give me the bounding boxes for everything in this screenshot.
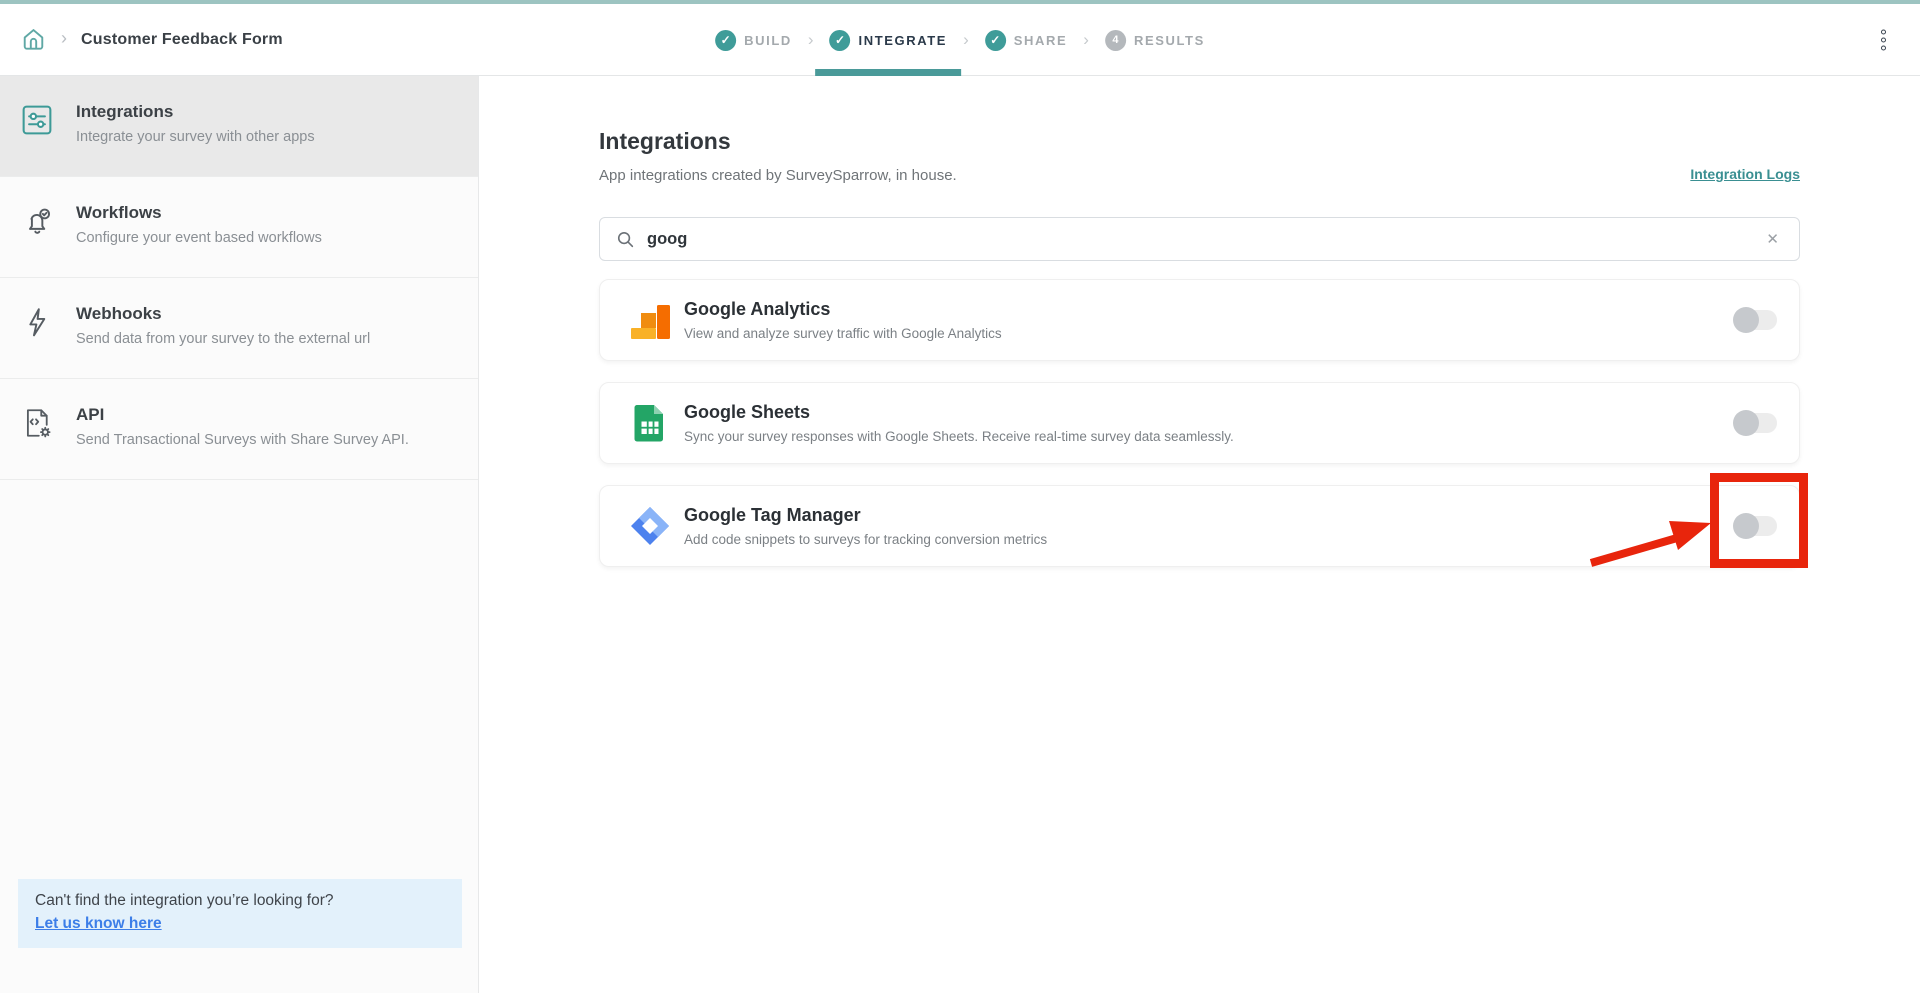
search-icon <box>616 230 635 249</box>
sidebar-item-webhooks[interactable]: Webhooks Send data from your survey to t… <box>0 278 478 379</box>
check-circle-icon: ✓ <box>829 29 851 51</box>
chevron-right-icon: › <box>807 30 814 49</box>
tab-results[interactable]: 4 RESULTS <box>1104 4 1205 76</box>
sidebar-item-description: Configure your event based workflows <box>76 230 322 246</box>
home-icon[interactable] <box>20 26 47 53</box>
close-icon[interactable]: ✕ <box>1762 228 1783 251</box>
integration-logs-link[interactable]: Integration Logs <box>1690 166 1800 182</box>
google-analytics-logo <box>630 300 670 340</box>
integration-name: Google Sheets <box>684 402 811 422</box>
sidebar-item-description: Send Transactional Surveys with Share Su… <box>76 432 409 448</box>
integration-card-google-analytics: Google Analytics View and analyze survey… <box>599 279 1800 361</box>
page-subtitle: App integrations created by SurveySparro… <box>599 167 957 184</box>
tab-build-label: BUILD <box>744 32 792 48</box>
bell-check-icon <box>20 204 58 243</box>
lightning-icon <box>20 305 58 344</box>
integration-list: Google Analytics View and analyze survey… <box>599 279 1800 567</box>
step-number-icon: 4 <box>1104 29 1126 51</box>
google-sheets-logo <box>630 403 670 443</box>
tab-build[interactable]: ✓ BUILD <box>715 4 792 76</box>
google-tag-manager-toggle[interactable] <box>1733 513 1777 539</box>
check-circle-icon: ✓ <box>715 29 737 51</box>
search-input[interactable] <box>647 229 1763 249</box>
integration-card-google-sheets: Google Sheets Sync your survey responses… <box>599 382 1800 464</box>
integration-request-banner: Can't find the integration you’re lookin… <box>18 879 462 948</box>
sidebar-item-title: Webhooks <box>76 304 162 323</box>
search-bar: ✕ <box>599 217 1800 261</box>
integration-name: Google Analytics <box>684 299 831 319</box>
sidebar-item-description: Integrate your survey with other apps <box>76 129 315 145</box>
sidebar-item-api[interactable]: API Send Transactional Surveys with Shar… <box>0 379 478 480</box>
chevron-right-icon: › <box>963 30 969 49</box>
integration-card-google-tag-manager: Google Tag Manager Add code snippets to … <box>599 485 1800 567</box>
top-bar: › Customer Feedback Form ✓ BUILD › ✓ INT… <box>0 4 1920 76</box>
let-us-know-link[interactable]: Let us know here <box>35 915 162 933</box>
tab-share-label: SHARE <box>1013 32 1068 48</box>
sidebar-item-description: Send data from your survey to the extern… <box>76 331 371 347</box>
integration-description: View and analyze survey traffic with Goo… <box>684 326 1002 341</box>
survey-stepper: ✓ BUILD › ✓ INTEGRATE › ✓ SHARE › 4 RESU… <box>715 4 1205 76</box>
sidebar-item-title: API <box>76 405 105 424</box>
tab-integrate-label: INTEGRATE <box>858 32 948 48</box>
survey-title: Customer Feedback Form <box>81 30 283 48</box>
tab-results-label: RESULTS <box>1133 32 1205 48</box>
sidebar-item-integrations[interactable]: Integrations Integrate your survey with … <box>0 76 478 177</box>
chevron-right-icon: › <box>1083 30 1089 49</box>
tab-integrate[interactable]: ✓ INTEGRATE <box>815 4 961 76</box>
check-circle-icon: ✓ <box>984 29 1006 51</box>
main-content: Integrations App integrations created by… <box>479 76 1920 993</box>
kebab-menu-icon[interactable] <box>1877 25 1890 54</box>
breadcrumb-chevron-icon: › <box>61 28 67 48</box>
integration-name: Google Tag Manager <box>684 505 861 525</box>
tab-share[interactable]: ✓ SHARE <box>984 4 1068 76</box>
google-analytics-toggle[interactable] <box>1733 307 1777 333</box>
page-title: Integrations <box>599 128 731 154</box>
sidebar-item-title: Workflows <box>76 203 162 222</box>
sliders-icon <box>20 103 58 142</box>
sidebar-item-title: Integrations <box>76 102 174 121</box>
integration-description: Add code snippets to surveys for trackin… <box>684 532 1048 547</box>
breadcrumb: › Customer Feedback Form <box>0 26 283 53</box>
google-sheets-toggle[interactable] <box>1733 410 1777 436</box>
sidebar-item-workflows[interactable]: Workflows Configure your event based wor… <box>0 177 478 278</box>
integration-description: Sync your survey responses with Google S… <box>684 429 1234 444</box>
sidebar: Integrations Integrate your survey with … <box>0 76 479 993</box>
google-tag-manager-logo <box>630 506 670 546</box>
code-doc-gear-icon <box>20 406 58 445</box>
promo-question: Can't find the integration you’re lookin… <box>35 892 334 909</box>
